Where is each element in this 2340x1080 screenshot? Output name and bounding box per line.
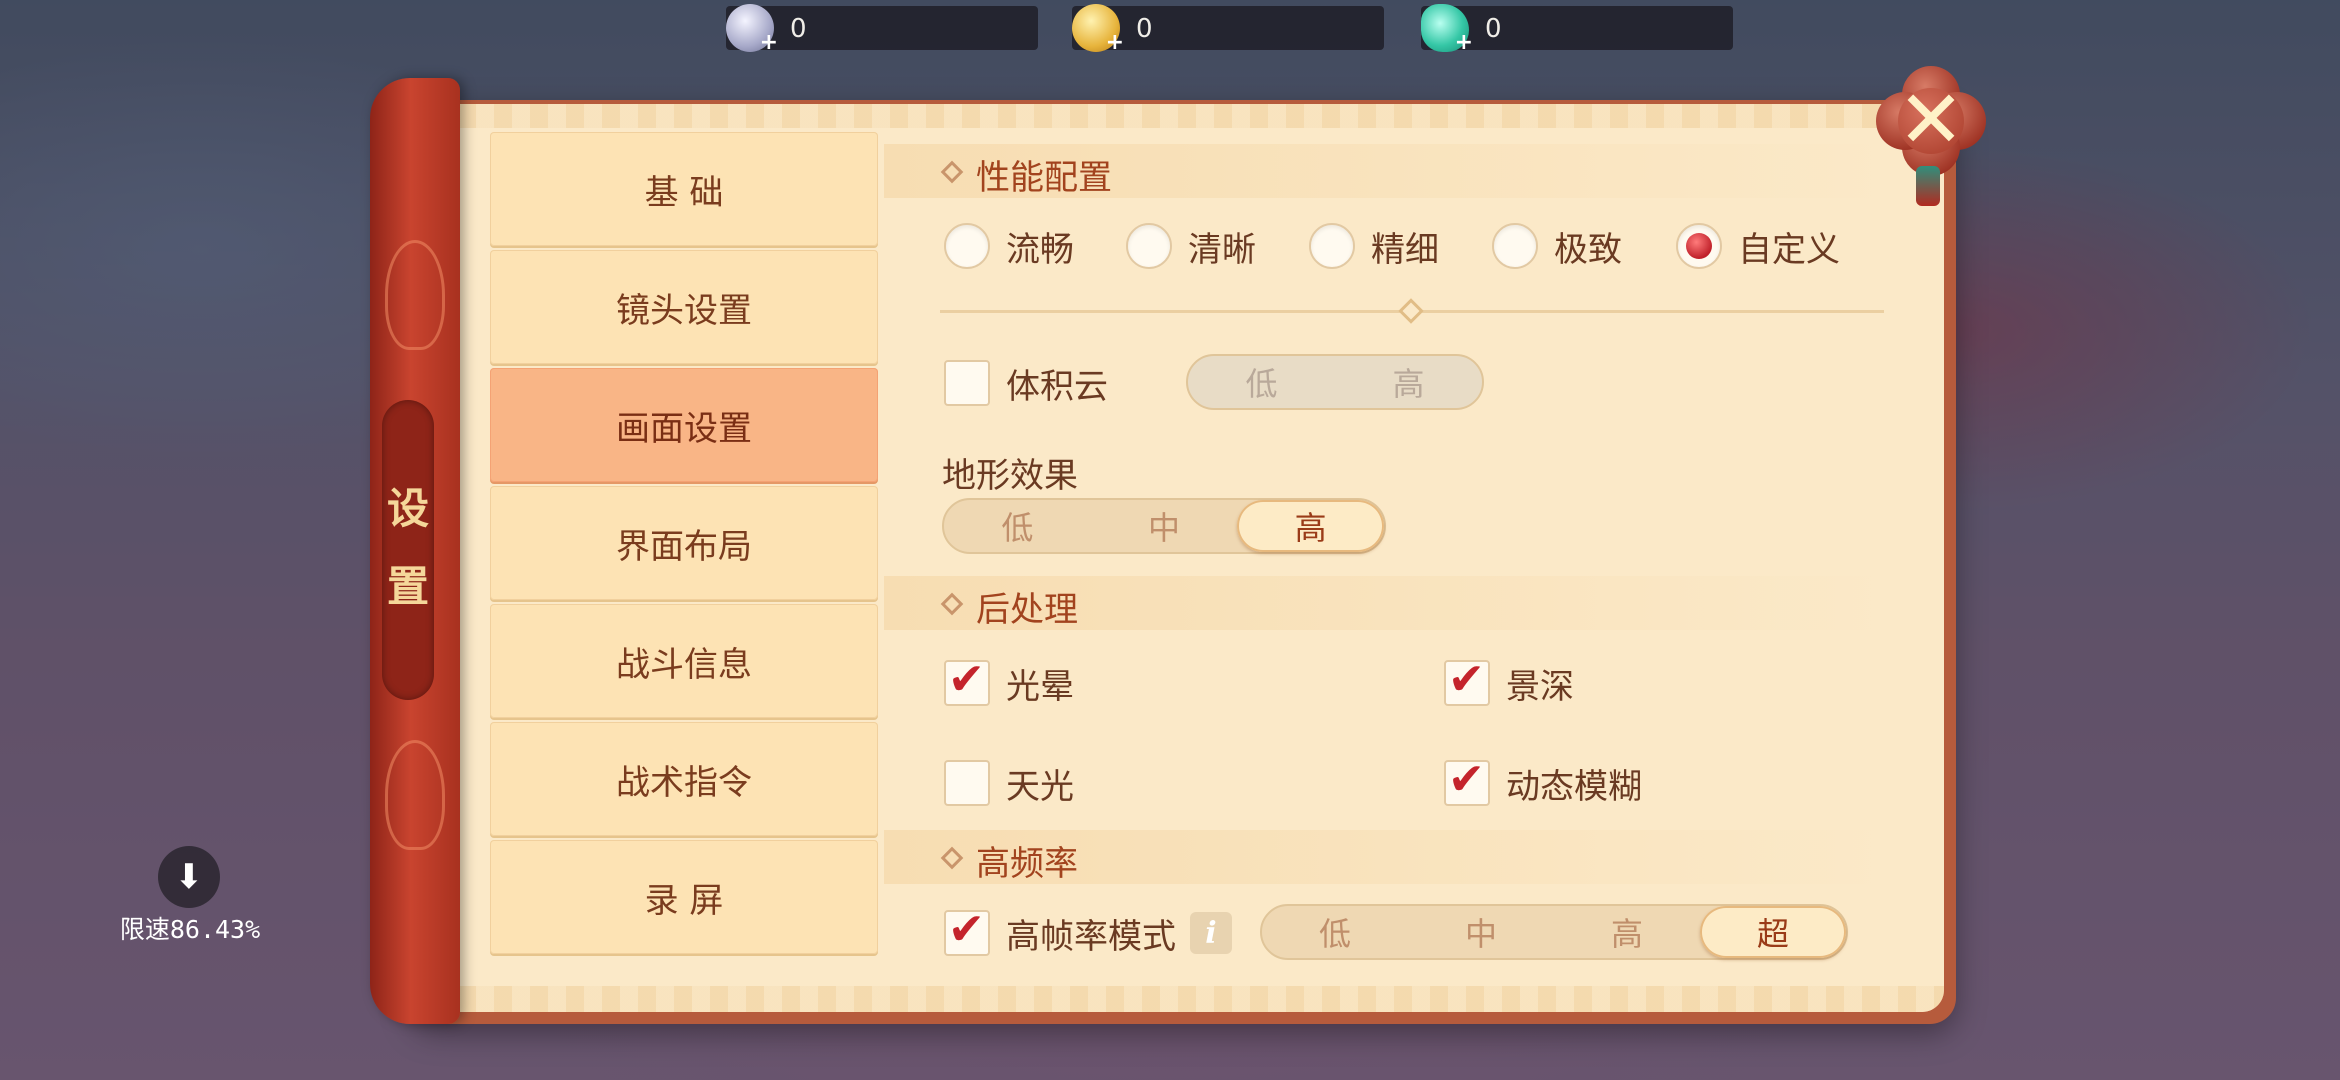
bloom-checkbox[interactable]: [944, 654, 990, 706]
frame-rate-selector[interactable]: 低 中 高 超: [1260, 904, 1848, 960]
tab-label: 录 屏: [644, 880, 724, 921]
download-icon: ⬇: [174, 857, 204, 897]
radio-fine[interactable]: 精细: [1309, 216, 1439, 276]
skylight-label: 天光: [1006, 767, 1074, 807]
radio-circle: [1492, 223, 1538, 269]
tab-label: 基 础: [644, 172, 724, 213]
tab-label: 战术指令: [616, 762, 752, 803]
settings-title: 设置: [386, 484, 429, 611]
download-button[interactable]: ⬇: [158, 846, 220, 908]
high-fps-checkbox[interactable]: [944, 904, 990, 956]
option-mid[interactable]: 中: [1408, 906, 1554, 958]
performance-options: 流畅 清晰 精细 极致 自定义: [944, 216, 1894, 276]
radio-label: 清晰: [1188, 229, 1256, 270]
silver-coin-icon: +: [726, 4, 778, 54]
bloom-label: 光晕: [1006, 667, 1074, 707]
volumetric-cloud-checkbox[interactable]: [944, 360, 990, 406]
radio-circle: [944, 223, 990, 269]
info-icon[interactable]: i: [1190, 912, 1232, 954]
volumetric-cloud-selector[interactable]: 低 高: [1186, 354, 1484, 410]
depth-of-field-label: 景深: [1506, 667, 1574, 707]
download-speed-text: 限速86.43%: [119, 915, 261, 944]
section-performance: 性能配置: [884, 144, 1894, 198]
gold-coin-icon: +: [1072, 4, 1124, 54]
currency-jade[interactable]: + 0: [1421, 4, 1733, 54]
radio-label: 流畅: [1006, 229, 1074, 270]
option-low[interactable]: 低: [1262, 906, 1408, 958]
option-mid[interactable]: 中: [1091, 500, 1238, 552]
settings-nav: 基 础 镜头设置 画面设置 界面布局 战斗信息 战术指令 录 屏: [490, 132, 878, 958]
radio-circle: [1126, 223, 1172, 269]
option-high[interactable]: 高: [1237, 500, 1385, 552]
tab-battle-info[interactable]: 战斗信息: [490, 604, 878, 718]
section-title: 后处理: [976, 590, 1078, 630]
tab-layout[interactable]: 界面布局: [490, 486, 878, 600]
close-button[interactable]: ✕: [1876, 66, 1986, 206]
option-high[interactable]: 高: [1335, 356, 1482, 408]
option-high[interactable]: 高: [1554, 906, 1700, 958]
radio-clear[interactable]: 清晰: [1126, 216, 1256, 276]
section-post-processing: 后处理: [884, 576, 1894, 630]
section-title: 高频率: [976, 844, 1078, 884]
terrain-label: 地形效果: [942, 456, 1078, 496]
diamond-icon: [940, 846, 964, 870]
section-title: 性能配置: [976, 158, 1112, 198]
currency-silver[interactable]: + 0: [726, 4, 1038, 54]
radio-ultimate[interactable]: 极致: [1492, 216, 1622, 276]
tassel-icon: [1916, 166, 1940, 206]
tab-recording[interactable]: 录 屏: [490, 840, 878, 954]
scroll-ornament-icon: [385, 740, 445, 850]
currency-value: 0: [1136, 14, 1153, 44]
currency-value: 0: [790, 14, 807, 44]
skylight-checkbox[interactable]: [944, 760, 990, 806]
graphics-settings: 性能配置 流畅 清晰 精细 极致 自定义 体积云 低 高 地形效果 低 中 高 …: [884, 140, 1924, 990]
radio-circle: [1309, 223, 1355, 269]
tab-label: 战斗信息: [616, 644, 752, 685]
radio-custom[interactable]: 自定义: [1676, 216, 1840, 276]
tab-label: 画面设置: [616, 408, 752, 449]
option-low[interactable]: 低: [1188, 356, 1335, 408]
motion-blur-label: 动态模糊: [1506, 767, 1642, 807]
terrain-selector[interactable]: 低 中 高: [942, 498, 1386, 554]
diamond-icon: [940, 592, 964, 616]
depth-of-field-checkbox[interactable]: [1444, 654, 1490, 706]
tab-basic[interactable]: 基 础: [490, 132, 878, 246]
tab-label: 界面布局: [616, 526, 752, 567]
option-ultra[interactable]: 超: [1700, 906, 1846, 958]
radio-smooth[interactable]: 流畅: [944, 216, 1074, 276]
tab-graphics[interactable]: 画面设置: [490, 368, 878, 482]
divider-knot-icon: [1398, 298, 1424, 324]
radio-label: 极致: [1554, 229, 1622, 270]
currency-value: 0: [1485, 14, 1502, 44]
scroll-ornament-icon: [385, 240, 445, 350]
tab-label: 镜头设置: [616, 290, 752, 331]
volumetric-cloud-label: 体积云: [1006, 367, 1108, 407]
radio-circle: [1676, 223, 1722, 269]
close-icon: ✕: [1897, 73, 1965, 166]
currency-gold[interactable]: + 0: [1072, 4, 1384, 54]
radio-label: 精细: [1371, 229, 1439, 270]
motion-blur-checkbox[interactable]: [1444, 754, 1490, 806]
tab-tactics[interactable]: 战术指令: [490, 722, 878, 836]
high-fps-label: 高帧率模式: [1006, 917, 1176, 957]
divider: [940, 298, 1884, 324]
diamond-icon: [940, 160, 964, 184]
section-high-frequency: 高频率: [884, 830, 1894, 884]
radio-label: 自定义: [1738, 229, 1840, 270]
option-low[interactable]: 低: [944, 500, 1091, 552]
tab-camera[interactable]: 镜头设置: [490, 250, 878, 364]
jade-icon: +: [1421, 4, 1473, 54]
